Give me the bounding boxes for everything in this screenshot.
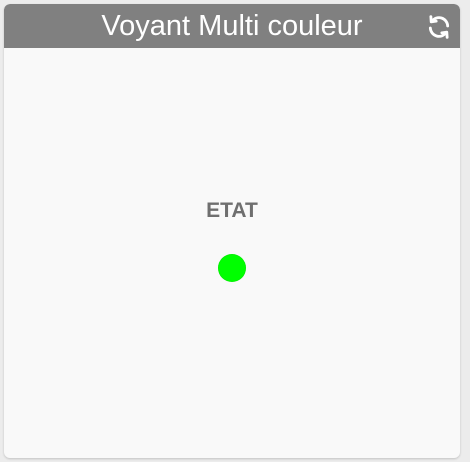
widget-header: Voyant Multi couleur <box>4 4 460 48</box>
refresh-icon[interactable] <box>426 14 452 40</box>
widget-title[interactable]: Voyant Multi couleur <box>101 4 362 48</box>
state-label: ETAT <box>206 199 258 222</box>
widget-card: Voyant Multi couleur ETAT <box>4 4 460 458</box>
status-indicator-led <box>218 254 246 282</box>
